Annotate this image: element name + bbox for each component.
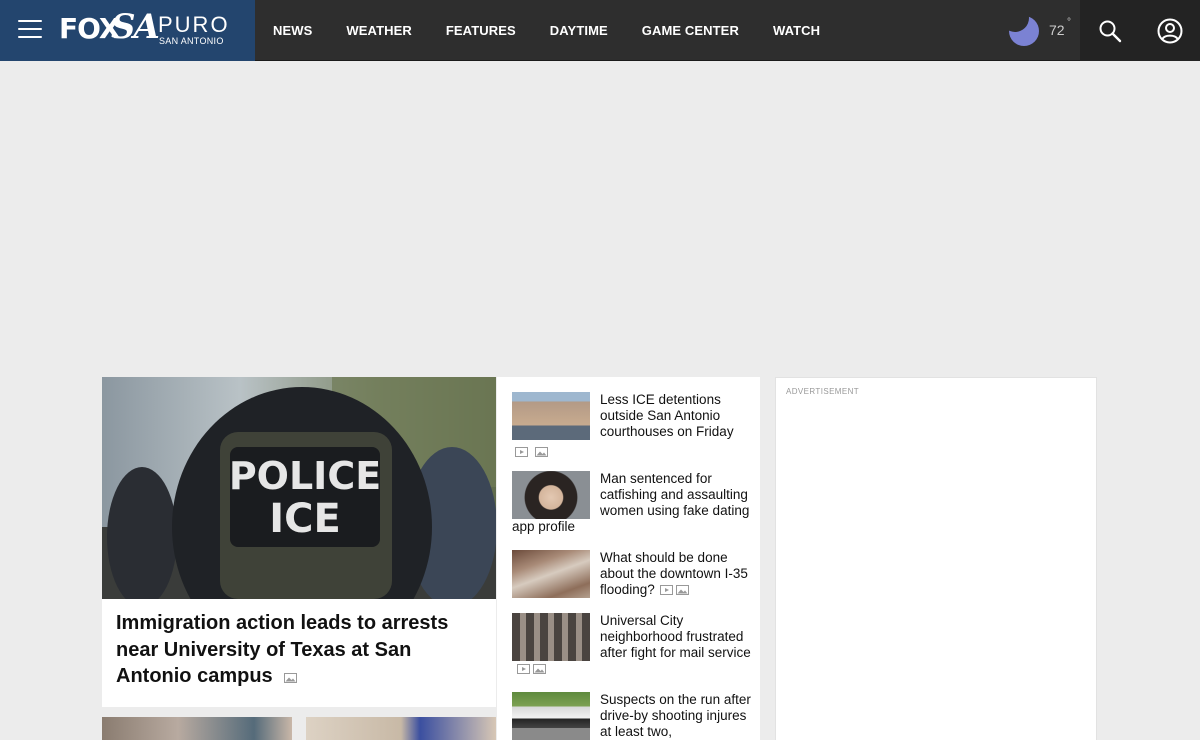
- story-thumbnail[interactable]: [102, 717, 292, 740]
- story-headline-text[interactable]: What should be done about the downtown I…: [600, 550, 748, 597]
- image-ice-text: ICE: [269, 496, 341, 542]
- gallery-icon: [533, 664, 546, 674]
- main-nav: NEWS WEATHER FEATURES DAYTIME GAME CENTE…: [256, 0, 837, 61]
- nav-item-watch[interactable]: WATCH: [773, 23, 820, 38]
- story-thumbnail[interactable]: [512, 392, 590, 440]
- image-police-text: POLICE: [229, 454, 381, 498]
- list-item[interactable]: Man sentenced for catfishing and assault…: [512, 471, 752, 535]
- list-item[interactable]: Less ICE detentions outside San Antonio …: [512, 392, 752, 461]
- story-thumbnail[interactable]: [306, 717, 496, 740]
- top-header: FOX SA PURO SAN ANTONIO NEWS WEATHER FEA…: [0, 0, 1200, 61]
- advertisement-label: ADVERTISEMENT: [786, 387, 860, 396]
- nav-item-weather[interactable]: WEATHER: [346, 23, 411, 38]
- search-icon: [1099, 20, 1122, 42]
- video-icon: [515, 447, 528, 457]
- account-button[interactable]: [1140, 0, 1200, 61]
- gallery-icon: [284, 673, 298, 683]
- nav-item-features[interactable]: FEATURES: [446, 23, 516, 38]
- logo-subtitle: SAN ANTONIO: [159, 36, 224, 46]
- weather-widget[interactable]: 72 °: [1005, 12, 1080, 48]
- list-item[interactable]: What should be done about the downtown I…: [512, 550, 752, 598]
- featured-story[interactable]: POLICE ICE Immigration action leads to a…: [102, 377, 496, 707]
- featured-story-title[interactable]: Immigration action leads to arrests near…: [116, 610, 486, 690]
- nav-item-daytime[interactable]: DAYTIME: [550, 23, 608, 38]
- logo-sa-text: SA: [111, 7, 160, 47]
- story-thumbnail[interactable]: [512, 613, 590, 661]
- advertisement-slot: ADVERTISEMENT: [775, 377, 1097, 740]
- logo-puro-text: PURO: [158, 12, 230, 37]
- story-thumbnail[interactable]: [512, 692, 590, 740]
- search-button[interactable]: [1080, 0, 1140, 61]
- gallery-icon: [675, 585, 689, 595]
- menu-icon[interactable]: [18, 20, 42, 40]
- story-thumbnail[interactable]: [512, 471, 590, 519]
- media-icons: [512, 440, 752, 461]
- story-thumbnail[interactable]: [512, 550, 590, 598]
- brand-area: FOX SA PURO SAN ANTONIO: [0, 0, 255, 61]
- video-icon: [517, 664, 530, 674]
- temperature: 72: [1049, 22, 1065, 38]
- gallery-icon: [535, 447, 549, 457]
- featured-story-image[interactable]: POLICE ICE: [102, 377, 496, 599]
- degree-symbol: °: [1067, 17, 1071, 28]
- user-icon: [1157, 18, 1183, 43]
- nav-item-news[interactable]: NEWS: [273, 23, 312, 38]
- featured-story-headline[interactable]: Immigration action leads to arrests near…: [116, 612, 448, 687]
- story-list: Less ICE detentions outside San Antonio …: [497, 377, 760, 740]
- nav-item-game-center[interactable]: GAME CENTER: [642, 23, 739, 38]
- list-item[interactable]: Universal City neighborhood frustrated a…: [512, 613, 752, 677]
- story-headline-text[interactable]: Universal City neighborhood frustrated a…: [600, 613, 751, 660]
- video-icon: [659, 585, 673, 595]
- list-item[interactable]: Suspects on the run after drive-by shoot…: [512, 692, 752, 740]
- moon-icon: [1009, 16, 1039, 46]
